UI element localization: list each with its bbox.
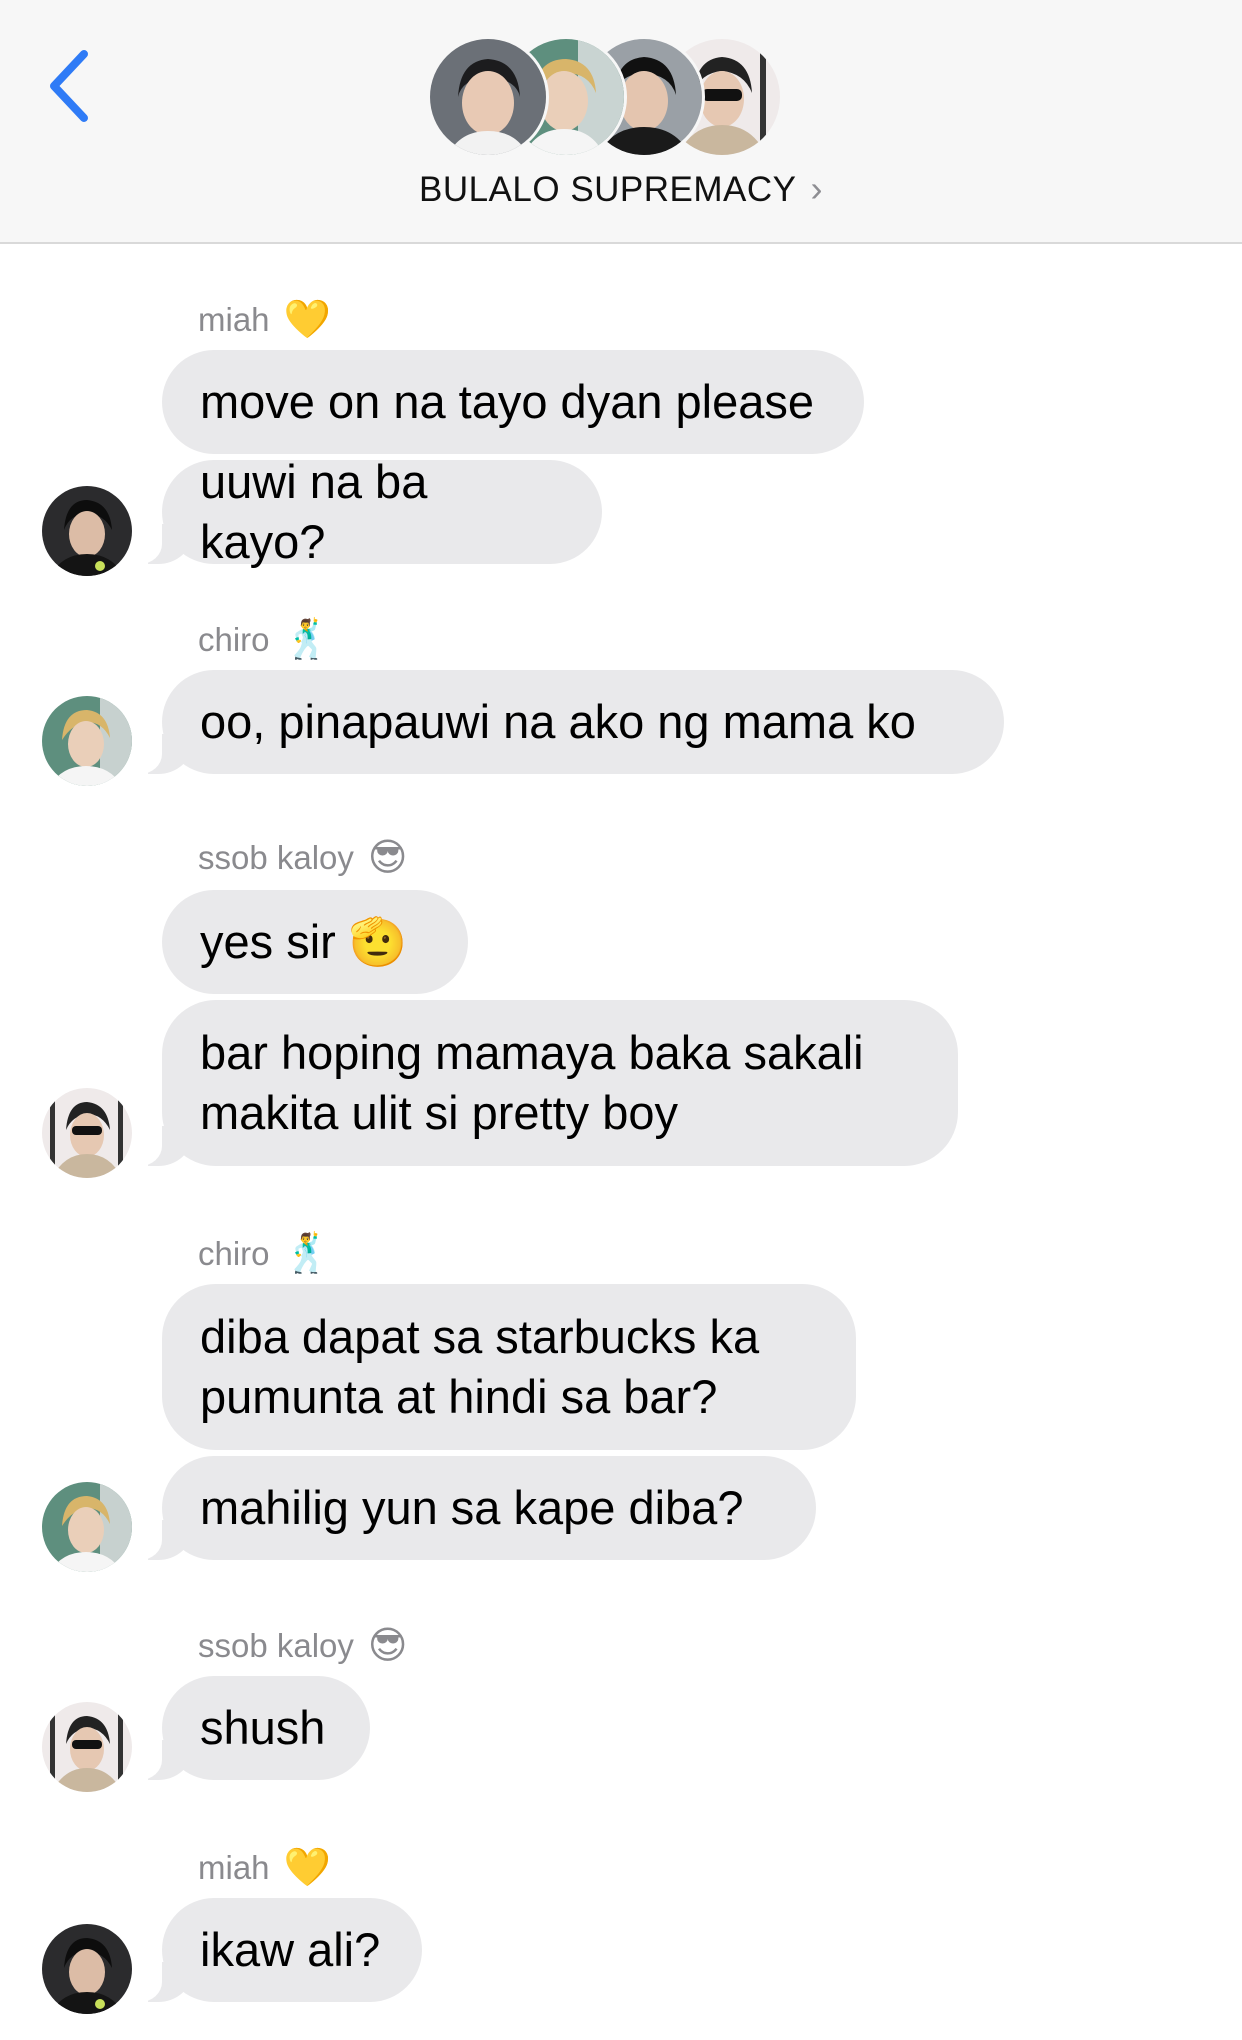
- message-list: miah 💛 move on na tayo dyan please uuwi …: [0, 244, 1242, 2040]
- message-text: yes sir 🫡: [200, 915, 408, 968]
- message-bubble[interactable]: diba dapat sa starbucks ka pumunta at hi…: [162, 1284, 856, 1450]
- sender-name: ssob kaloy: [198, 1627, 354, 1664]
- sender-label: miah 💛: [198, 296, 331, 344]
- dancer-icon: 🕺: [283, 619, 331, 661]
- sender-name: miah: [198, 1849, 270, 1886]
- message-text: move on na tayo dyan please: [200, 375, 815, 428]
- group-avatars[interactable]: [427, 36, 817, 158]
- message-bubble[interactable]: move on na tayo dyan please: [162, 350, 864, 454]
- message-bubble[interactable]: shush: [140, 1676, 370, 1780]
- avatar[interactable]: [42, 1088, 132, 1178]
- message-text: ikaw ali?: [200, 1923, 381, 1976]
- avatar[interactable]: [42, 1482, 132, 1572]
- avatar[interactable]: [42, 1924, 132, 2014]
- message-text: diba dapat sa starbucks ka pumunta at hi…: [200, 1310, 760, 1423]
- chat-header: BULALO SUPREMACY ›: [0, 0, 1242, 244]
- message-bubble[interactable]: mahilig yun sa kape diba?: [140, 1456, 816, 1560]
- chevron-right-icon: ›: [810, 168, 824, 209]
- message-bubble[interactable]: bar hoping mamaya baka sakali makita uli…: [140, 1000, 958, 1166]
- avatar[interactable]: [42, 696, 132, 786]
- avatar[interactable]: [42, 1702, 132, 1792]
- message-text: mahilig yun sa kape diba?: [200, 1481, 744, 1534]
- group-title[interactable]: BULALO SUPREMACY ›: [0, 168, 1242, 210]
- sender-name: chiro: [198, 621, 270, 658]
- sender-label: miah 💛: [198, 1844, 331, 1892]
- dancer-icon: 🕺: [283, 1233, 331, 1275]
- message-bubble[interactable]: yes sir 🫡: [162, 890, 468, 994]
- sender-name: chiro: [198, 1235, 270, 1272]
- yellow-heart-icon: 💛: [283, 299, 331, 341]
- message-text: bar hoping mamaya baka sakali makita uli…: [200, 1026, 864, 1139]
- sender-name: ssob kaloy: [198, 839, 354, 876]
- sunglasses-face-icon: 😎: [367, 1625, 408, 1667]
- sunglasses-face-icon: 😎: [367, 837, 408, 879]
- avatar-miah: [427, 36, 549, 158]
- message-text: oo, pinapauwi na ako ng mama ko: [200, 695, 916, 748]
- message-bubble[interactable]: ikaw ali?: [140, 1898, 422, 2002]
- sender-label: ssob kaloy 😎: [198, 1622, 408, 1670]
- group-title-text: BULALO SUPREMACY: [418, 170, 797, 209]
- message-bubble[interactable]: uuwi na ba kayo?: [140, 455, 602, 568]
- chevron-left-icon[interactable]: [44, 48, 96, 124]
- avatar[interactable]: [42, 486, 132, 576]
- sender-label: chiro 🕺: [198, 1230, 331, 1278]
- sender-label: ssob kaloy 😎: [198, 834, 408, 882]
- message-bubble[interactable]: oo, pinapauwi na ako ng mama ko: [140, 670, 1004, 774]
- sender-name: miah: [198, 301, 270, 338]
- yellow-heart-icon: 💛: [283, 1847, 331, 1889]
- message-text: shush: [200, 1701, 326, 1754]
- sender-label: chiro 🕺: [198, 616, 331, 664]
- message-text: uuwi na ba kayo?: [200, 455, 428, 568]
